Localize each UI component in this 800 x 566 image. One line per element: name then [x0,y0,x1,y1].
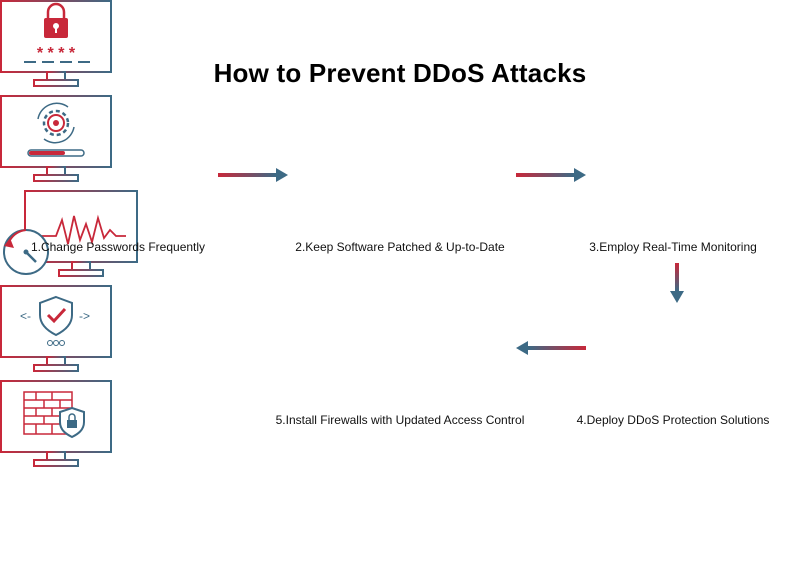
arrow-right-icon [218,168,288,182]
page-title: How to Prevent DDoS Attacks [213,58,587,88]
step-label: 2.Keep Software Patched & Up-to-Date [295,240,505,254]
shield-check-icon: <- -> [0,285,112,372]
step-label: 1.Change Passwords Frequently [30,240,206,254]
gear-update-icon [0,95,112,182]
arrow-left-icon [516,341,586,355]
monitoring-gauge-icon [3,190,138,277]
arrow-right-icon [516,168,586,182]
step-5: 5.Install Firewalls with Updated Access … [0,380,800,475]
firewall-shield-icon [0,380,112,467]
step-label: 3.Employ Real-Time Monitoring [589,240,757,254]
step-2: 2.Keep Software Patched & Up-to-Date [0,95,800,254]
step-label: 4.Deploy DDoS Protection Solutions [576,413,770,427]
arrow-down-icon [670,263,684,303]
svg-text:<-: <- [20,309,31,323]
svg-text:->: -> [79,309,90,323]
step-label: 5.Install Firewalls with Updated Access … [275,413,525,427]
